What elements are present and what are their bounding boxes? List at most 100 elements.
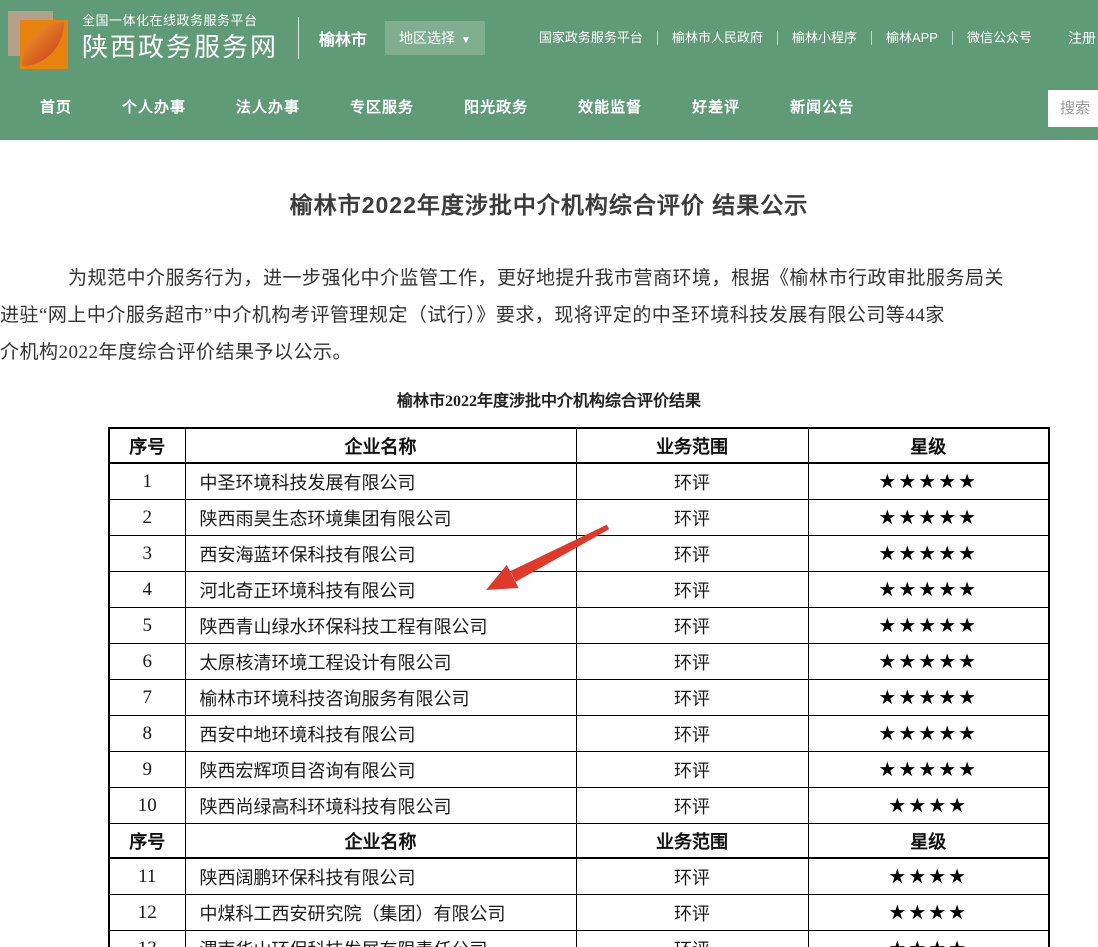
chevron-down-icon: ▼ bbox=[461, 35, 471, 46]
table-row: 2陕西雨昊生态环境集团有限公司环评★★★★★ bbox=[109, 500, 1049, 536]
nav-item[interactable]: 好差评 bbox=[692, 96, 740, 117]
table-row: 7榆林市环境科技咨询服务有限公司环评★★★★★ bbox=[109, 680, 1049, 716]
nav-item[interactable]: 个人办事 bbox=[122, 96, 186, 117]
table-cell-scope: 环评 bbox=[576, 500, 808, 536]
header-top-link[interactable]: 榆林市人民政府 bbox=[658, 31, 778, 45]
table-cell-scope: 环评 bbox=[576, 572, 808, 608]
table-header-cell: 星级 bbox=[808, 428, 1049, 463]
table-cell-scope: 环评 bbox=[576, 752, 808, 788]
table-cell-scope: 环评 bbox=[576, 536, 808, 572]
table-cell-index: 6 bbox=[109, 644, 185, 680]
region-selector-button[interactable]: 地区选择 ▼ bbox=[385, 21, 485, 55]
table-cell-index: 10 bbox=[109, 788, 185, 824]
table-row: 12中煤科工西安研究院（集团）有限公司环评★★★★ bbox=[109, 895, 1049, 931]
table-cell-scope: 环评 bbox=[576, 858, 808, 895]
table-cell-stars: ★★★★★ bbox=[808, 716, 1049, 752]
site-header: 全国一体化在线政务服务平台 陕西政务服务网 榆林市 地区选择 ▼ 国家政务服务平台… bbox=[0, 0, 1098, 140]
table-row: 4河北奇正环境科技有限公司环评★★★★★ bbox=[109, 572, 1049, 608]
table-cell-index: 8 bbox=[109, 716, 185, 752]
table-cell-index: 3 bbox=[109, 536, 185, 572]
table-header-cell: 星级 bbox=[808, 824, 1049, 859]
table-cell-index: 7 bbox=[109, 680, 185, 716]
table-cell-company: 西安海蓝环保科技有限公司 bbox=[185, 536, 576, 572]
table-cell-stars: ★★★★★ bbox=[808, 536, 1049, 572]
nav-item[interactable]: 阳光政务 bbox=[464, 96, 528, 117]
table-cell-company: 陕西雨昊生态环境集团有限公司 bbox=[185, 500, 576, 536]
announcement-paragraph: 为规范中介服务行为，进一步强化中介监管工作，更好地提升我市营商环境，根据《榆林市… bbox=[0, 260, 1098, 371]
table-cell-company: 陕西宏辉项目咨询有限公司 bbox=[185, 752, 576, 788]
nav-item[interactable]: 新闻公告 bbox=[790, 96, 854, 117]
table-cell-scope: 环评 bbox=[576, 895, 808, 931]
header-top-link[interactable]: 国家政务服务平台 bbox=[525, 31, 658, 45]
table-cell-stars: ★★★★★ bbox=[808, 500, 1049, 536]
paragraph-line: 介机构2022年度综合评价结果予以公示。 bbox=[0, 334, 1098, 371]
main-nav: 首页 个人办事 法人办事 专区服务 阳光政务 效能监督 好差评 新闻公告 bbox=[0, 76, 1098, 136]
table-cell-stars: ★★★★★ bbox=[808, 644, 1049, 680]
evaluation-table: 序号企业名称业务范围星级1中圣环境科技发展有限公司环评★★★★★2陕西雨昊生态环… bbox=[108, 427, 1050, 947]
table-cell-scope: 环评 bbox=[576, 716, 808, 752]
nav-item[interactable]: 法人办事 bbox=[236, 96, 300, 117]
table-cell-index: 5 bbox=[109, 608, 185, 644]
table-cell-scope: 环评 bbox=[576, 463, 808, 500]
current-city-label: 榆林市 bbox=[319, 26, 367, 50]
table-cell-index: 1 bbox=[109, 463, 185, 500]
table-header-cell: 业务范围 bbox=[576, 428, 808, 463]
header-top-link[interactable]: 微信公众号 bbox=[953, 31, 1046, 45]
article: 榆林市2022年度涉批中介机构综合评价 结果公示 为规范中介服务行为，进一步强化… bbox=[0, 186, 1098, 947]
table-row: 1中圣环境科技发展有限公司环评★★★★★ bbox=[109, 463, 1049, 500]
table-cell-company: 西安中地环境科技有限公司 bbox=[185, 716, 576, 752]
header-top-link[interactable]: 榆林APP bbox=[872, 31, 953, 45]
table-header-cell: 企业名称 bbox=[185, 428, 576, 463]
masthead-top-row: 全国一体化在线政务服务平台 陕西政务服务网 榆林市 地区选择 ▼ 国家政务服务平台… bbox=[0, 0, 1098, 76]
table-cell-stars: ★★★★★ bbox=[808, 680, 1049, 716]
table-row: 13渭南华山环保科技发展有限责任公司环评★★★★ bbox=[109, 931, 1049, 947]
header-top-link[interactable]: 榆林小程序 bbox=[778, 31, 872, 45]
table-cell-company: 河北奇正环境科技有限公司 bbox=[185, 572, 576, 608]
region-selector-label: 地区选择 bbox=[399, 30, 455, 46]
header-top-links: 国家政务服务平台榆林市人民政府榆林小程序榆林APP微信公众号 bbox=[525, 31, 1046, 45]
paragraph-line: 进驻“网上中介服务超市”中介机构考评管理规定（试行）》要求，现将评定的中圣环境科… bbox=[0, 297, 1098, 334]
table-cell-company: 中煤科工西安研究院（集团）有限公司 bbox=[185, 895, 576, 931]
table-cell-company: 陕西阔鹏环保科技有限公司 bbox=[185, 858, 576, 895]
table-cell-index: 13 bbox=[109, 931, 185, 947]
nav-item[interactable]: 效能监督 bbox=[578, 96, 642, 117]
table-cell-company: 榆林市环境科技咨询服务有限公司 bbox=[185, 680, 576, 716]
table-cell-company: 陕西尚绿高科环境科技有限公司 bbox=[185, 788, 576, 824]
table-row: 6太原核清环境工程设计有限公司环评★★★★★ bbox=[109, 644, 1049, 680]
table-header-row: 序号企业名称业务范围星级 bbox=[109, 428, 1049, 463]
table-cell-stars: ★★★★★ bbox=[808, 463, 1049, 500]
table-row: 3西安海蓝环保科技有限公司环评★★★★★ bbox=[109, 536, 1049, 572]
table-header-cell: 序号 bbox=[109, 824, 185, 859]
table-cell-index: 11 bbox=[109, 858, 185, 895]
table-row: 9陕西宏辉项目咨询有限公司环评★★★★★ bbox=[109, 752, 1049, 788]
table-cell-stars: ★★★★★ bbox=[808, 608, 1049, 644]
table-cell-index: 9 bbox=[109, 752, 185, 788]
platform-tagline: 全国一体化在线政务服务平台 bbox=[82, 13, 278, 29]
site-logo[interactable] bbox=[8, 7, 68, 69]
table-header-row: 序号企业名称业务范围星级 bbox=[109, 824, 1049, 859]
table-cell-company: 陕西青山绿水环保科技工程有限公司 bbox=[185, 608, 576, 644]
table-cell-stars: ★★★★★ bbox=[808, 572, 1049, 608]
table-cell-stars: ★★★★ bbox=[808, 788, 1049, 824]
table-header-cell: 业务范围 bbox=[576, 824, 808, 859]
table-cell-company: 中圣环境科技发展有限公司 bbox=[185, 463, 576, 500]
nav-item[interactable]: 首页 bbox=[40, 96, 72, 117]
register-link[interactable]: 注册 bbox=[1068, 28, 1098, 48]
header-divider bbox=[298, 17, 299, 59]
table-header-cell: 企业名称 bbox=[185, 824, 576, 859]
table-cell-index: 12 bbox=[109, 895, 185, 931]
site-titles: 全国一体化在线政务服务平台 陕西政务服务网 bbox=[82, 13, 278, 63]
paragraph-line: 为规范中介服务行为，进一步强化中介监管工作，更好地提升我市营商环境，根据《榆林市… bbox=[0, 260, 1098, 297]
table-cell-index: 4 bbox=[109, 572, 185, 608]
page-title: 榆林市2022年度涉批中介机构综合评价 结果公示 bbox=[0, 186, 1098, 220]
page: 全国一体化在线政务服务平台 陕西政务服务网 榆林市 地区选择 ▼ 国家政务服务平台… bbox=[0, 0, 1098, 947]
nav-item[interactable]: 专区服务 bbox=[350, 96, 414, 117]
table-cell-scope: 环评 bbox=[576, 788, 808, 824]
table-cell-scope: 环评 bbox=[576, 931, 808, 947]
table-row: 11陕西阔鹏环保科技有限公司环评★★★★ bbox=[109, 858, 1049, 895]
table-row: 8西安中地环境科技有限公司环评★★★★★ bbox=[109, 716, 1049, 752]
table-cell-stars: ★★★★ bbox=[808, 895, 1049, 931]
table-cell-index: 2 bbox=[109, 500, 185, 536]
search-input[interactable]: 搜索 bbox=[1048, 90, 1098, 127]
table-header-cell: 序号 bbox=[109, 428, 185, 463]
